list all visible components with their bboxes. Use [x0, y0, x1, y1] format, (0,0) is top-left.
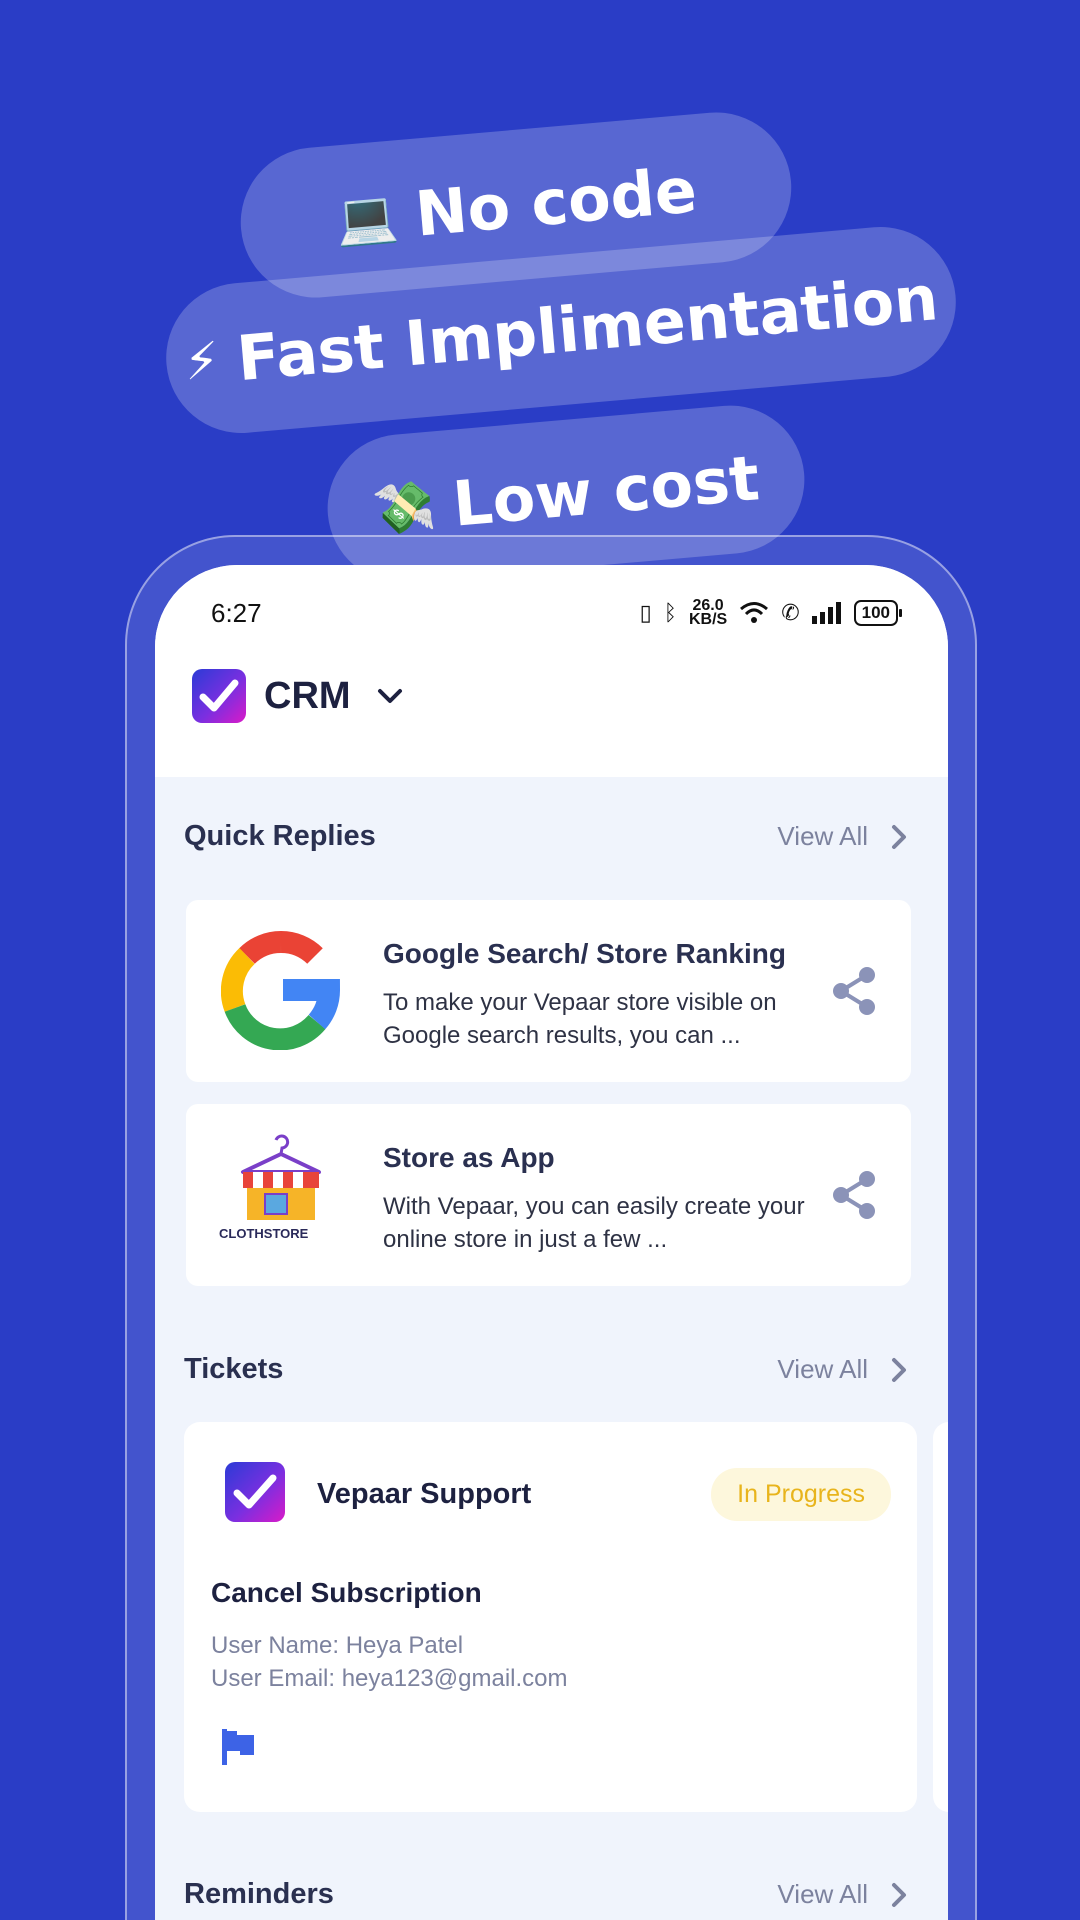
battery-icon: 100	[853, 600, 903, 626]
clothstore-wordmark: CLOTHSTORE	[219, 1226, 309, 1241]
flag-icon	[222, 1729, 254, 1765]
money-wings-icon: 💸	[370, 476, 438, 540]
call-icon: ✆	[781, 600, 800, 625]
ticket-card[interactable]: Vepaar Support In Progress Cancel Subscr…	[184, 1422, 917, 1812]
vepaar-logo-icon	[225, 1462, 285, 1522]
lightning-icon: ⚡	[181, 331, 222, 392]
status-badge: In Progress	[711, 1468, 891, 1521]
share-icon[interactable]	[831, 1170, 877, 1220]
quick-reply-description: With Vepaar, you can easily create your …	[383, 1193, 805, 1253]
reminders-view-all-button[interactable]: View All	[777, 1879, 908, 1910]
app-switcher[interactable]: CRM	[192, 669, 405, 723]
clothstore-logo: CLOTHSTORE	[219, 1134, 341, 1254]
quick-reply-card[interactable]: Google Search/ Store Ranking To make you…	[186, 900, 911, 1082]
chevron-right-icon	[892, 1357, 906, 1382]
ticket-user-name: User Name: Heya Patel	[211, 1632, 464, 1659]
section-title-reminders: Reminders	[184, 1878, 334, 1910]
section-title-quick-replies: Quick Replies	[184, 820, 376, 852]
quick-replies-header: Quick Replies View All	[184, 820, 908, 853]
tickets-view-all-button[interactable]: View All	[777, 1354, 908, 1385]
quick-reply-title: Store as App	[383, 1142, 555, 1173]
status-icons: ▯ ᛒ 26.0 KB/S ✆ 100	[639, 597, 903, 628]
laptop-icon: 💻	[333, 185, 401, 250]
quick-replies-view-all-button[interactable]: View All	[777, 821, 908, 852]
reminders-header: Reminders View All	[184, 1878, 908, 1911]
network-speed: 26.0 KB/S	[688, 597, 728, 628]
chevron-right-icon	[892, 1882, 906, 1907]
status-bar: 6:27 ▯ ᛒ 26.0 KB/S ✆ 100	[211, 593, 903, 633]
chevron-down-icon[interactable]	[375, 681, 405, 711]
ticket-user-email: User Email: heya123@gmail.com	[211, 1665, 568, 1692]
wifi-icon	[740, 602, 769, 623]
vibrate-icon: ▯	[639, 600, 652, 625]
promo-label: Low cost	[449, 440, 763, 541]
signal-icon	[811, 602, 841, 624]
quick-reply-description: To make your Vepaar store visible on Goo…	[383, 989, 777, 1049]
next-ticket-card-peek[interactable]	[933, 1422, 948, 1812]
share-icon[interactable]	[831, 966, 877, 1016]
crm-logo-icon	[192, 669, 246, 723]
section-title-tickets: Tickets	[184, 1353, 284, 1385]
quick-reply-title: Google Search/ Store Ranking	[383, 938, 786, 969]
promo-label: Fast Implimentation	[234, 260, 941, 395]
quick-reply-card[interactable]: CLOTHSTORE Store as App With Vepaar, you…	[186, 1104, 911, 1286]
status-time: 6:27	[211, 597, 262, 628]
phone-screen: 6:27 ▯ ᛒ 26.0 KB/S ✆ 100 CRM Quick Repli…	[155, 565, 948, 1920]
ticket-subject: Cancel Subscription	[211, 1577, 482, 1608]
chevron-right-icon	[892, 824, 906, 849]
google-logo-icon	[221, 930, 341, 1050]
bluetooth-icon: ᛒ	[663, 600, 677, 625]
app-title: CRM	[264, 674, 351, 717]
ticket-source-name: Vepaar Support	[317, 1478, 532, 1510]
app-top-bar: 6:27 ▯ ᛒ 26.0 KB/S ✆ 100 CRM	[155, 565, 948, 777]
tickets-header: Tickets View All	[184, 1353, 908, 1386]
promo-label: No code	[412, 152, 700, 251]
